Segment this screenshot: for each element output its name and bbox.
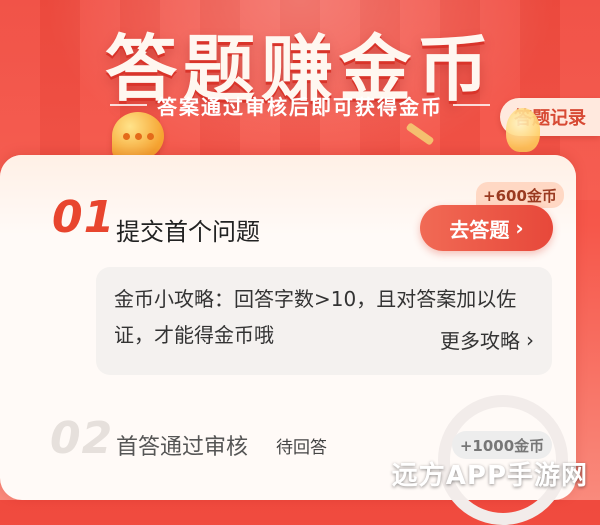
task-card: 01 提交首个问题 +600金币 去答题 › 金币小攻略：回答字数>10，且对答… [0,155,576,525]
chevron-right-icon: › [515,216,524,240]
more-tips-label: 更多攻略 [440,329,520,353]
hero-subtitle-row: 答案通过审核后即可获得金币 [110,90,490,120]
tips-box: 金币小攻略：回答字数>10，且对答案加以佐证，才能得金币哦 更多攻略 › [96,267,552,375]
subtitle-left-line [110,104,147,106]
watermark: 远方APP手游网 [391,461,588,491]
step-2-title: 首答通过审核 [116,435,249,460]
subtitle-right-line [453,104,490,106]
speech-bubble-icon [112,112,164,160]
step-2-number: 02 [50,413,114,464]
lightbulb-icon [506,108,540,152]
more-tips-link[interactable]: 更多攻略 › [432,325,534,354]
step-2-status: 待回答 [276,438,327,458]
chevron-right-icon: › [526,327,534,352]
step-1-title: 提交首个问题 [116,218,260,246]
hero-subtitle: 答案通过审核后即可获得金币 [157,94,443,119]
go-answer-button[interactable]: 去答题 › [420,205,553,251]
go-answer-label: 去答题 [449,217,510,242]
step-1-number: 01 [52,192,116,243]
